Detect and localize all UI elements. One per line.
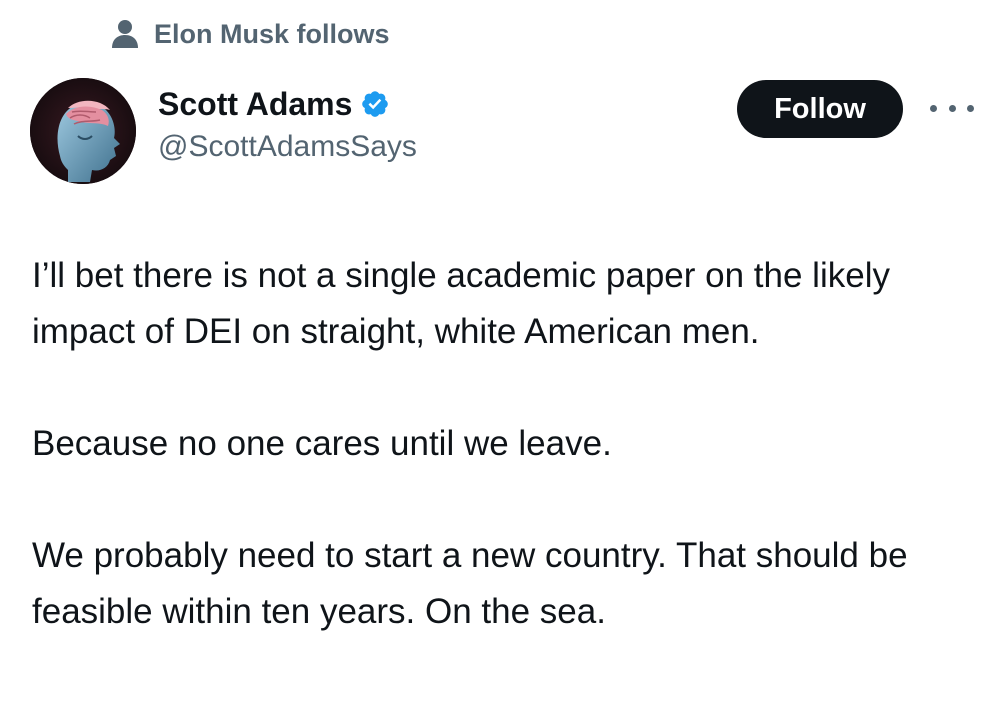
person-icon: [110, 18, 140, 50]
more-dot: [930, 104, 937, 112]
display-name[interactable]: Scott Adams: [158, 84, 352, 124]
social-context-text: Elon Musk follows: [154, 18, 390, 49]
follow-button[interactable]: Follow: [737, 80, 903, 138]
display-name-row: Scott Adams: [158, 84, 417, 124]
tweet-header: Scott Adams @ScottAdamsSays Follow: [30, 78, 980, 188]
verified-badge-icon: [360, 89, 390, 119]
more-options-icon[interactable]: [930, 98, 974, 118]
author-names: Scott Adams @ScottAdamsSays: [158, 84, 417, 168]
tweet-paragraph: Because no one cares until we leave.: [32, 424, 612, 463]
tweet-paragraph: We probably need to start a new country.…: [32, 536, 908, 631]
social-context: Elon Musk follows: [110, 18, 390, 50]
more-dot: [948, 104, 956, 112]
tweet-text: I’ll bet there is not a single academic …: [32, 248, 962, 640]
more-dot: [967, 104, 974, 112]
avatar[interactable]: [30, 78, 136, 184]
author-handle[interactable]: @ScottAdamsSays: [158, 126, 417, 168]
tweet-paragraph: I’ll bet there is not a single academic …: [32, 256, 890, 351]
